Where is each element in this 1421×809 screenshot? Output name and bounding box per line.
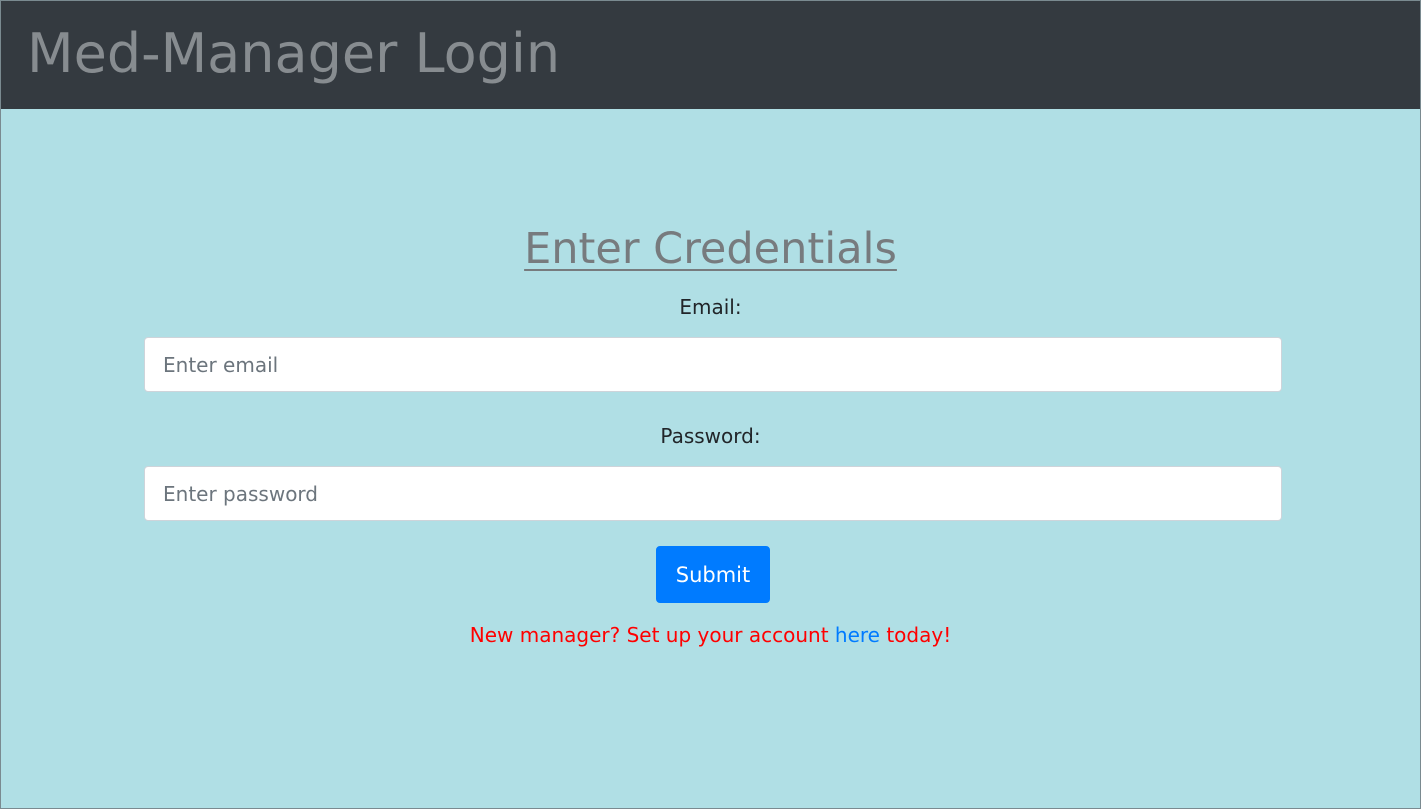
top-navbar: Med-Manager Login [1,1,1420,109]
submit-button[interactable]: Submit [656,546,770,603]
signup-link[interactable]: here [835,623,880,647]
email-label: Email: [679,295,742,319]
signup-prefix-text: New manager? Set up your account [469,623,835,647]
password-label: Password: [660,424,761,448]
form-heading: Enter Credentials [524,224,897,274]
signup-suffix-text: today! [879,623,952,647]
signup-prompt: New manager? Set up your account here to… [1,621,1420,649]
login-form: Enter Credentials Email: Password: Submi… [1,109,1420,808]
app-title: Med-Manager Login [27,22,561,85]
app-window: Med-Manager Login Enter Credentials Emai… [0,0,1421,809]
password-field[interactable] [144,466,1282,521]
email-field[interactable] [144,337,1282,392]
